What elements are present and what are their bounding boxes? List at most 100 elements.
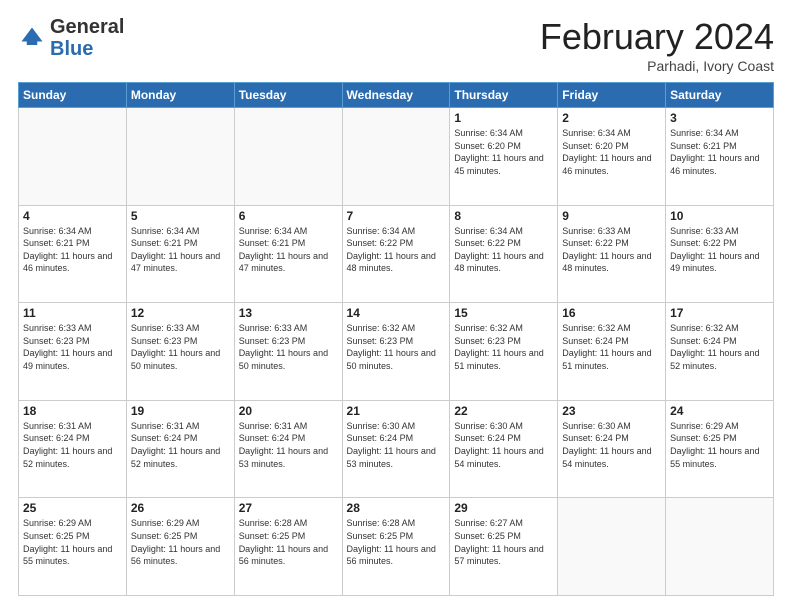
- calendar-cell: 21Sunrise: 6:30 AM Sunset: 6:24 PM Dayli…: [342, 400, 450, 498]
- day-number: 12: [131, 306, 230, 320]
- calendar-cell: 3 Sunrise: 6:34 AM Sunset: 6:21 PM Daylig…: [666, 108, 774, 206]
- calendar-cell: 14 Sunrise: 6:32 AM Sunset: 6:23 PM Dayli…: [342, 303, 450, 401]
- calendar-cell: 7 Sunrise: 6:34 AM Sunset: 6:22 PM Daylig…: [342, 205, 450, 303]
- day-info: Sunrise: 6:33 AM Sunset: 6:23 PM Dayligh…: [239, 322, 338, 372]
- calendar-cell: 25Sunrise: 6:29 AM Sunset: 6:25 PM Dayli…: [19, 498, 127, 596]
- day-number: 21: [347, 404, 446, 418]
- calendar-cell: 22 Sunrise: 6:30 AM Sunset: 6:24 PM Dayli…: [450, 400, 558, 498]
- calendar-cell: 6Sunrise: 6:34 AM Sunset: 6:21 PM Daylig…: [234, 205, 342, 303]
- calendar-cell: [234, 108, 342, 206]
- calendar-cell: [666, 498, 774, 596]
- day-number: 18: [23, 404, 122, 418]
- day-number: 14: [347, 306, 446, 320]
- calendar-cell: 1Sunrise: 6:34 AM Sunset: 6:20 PM Daylig…: [450, 108, 558, 206]
- calendar-header-row: Sunday Monday Tuesday Wednesday Thursday…: [19, 83, 774, 108]
- day-info: Sunrise: 6:31 AM Sunset: 6:24 PM Dayligh…: [23, 420, 122, 470]
- day-number: 15: [454, 306, 553, 320]
- page: General Blue February 2024 Parhadi, Ivor…: [0, 0, 792, 612]
- day-info: Sunrise: 6:34 AM Sunset: 6:22 PM Dayligh…: [454, 225, 553, 275]
- day-number: 2: [562, 111, 661, 125]
- col-saturday: Saturday: [666, 83, 774, 108]
- calendar-cell: 8 Sunrise: 6:34 AM Sunset: 6:22 PM Daylig…: [450, 205, 558, 303]
- calendar-cell: [342, 108, 450, 206]
- day-info: Sunrise: 6:28 AM Sunset: 6:25 PM Dayligh…: [239, 517, 338, 567]
- day-number: 5: [131, 209, 230, 223]
- day-info: Sunrise: 6:31 AM Sunset: 6:24 PM Dayligh…: [131, 420, 230, 470]
- calendar-cell: 5Sunrise: 6:34 AM Sunset: 6:21 PM Daylig…: [126, 205, 234, 303]
- calendar-cell: 20 Sunrise: 6:31 AM Sunset: 6:24 PM Dayli…: [234, 400, 342, 498]
- col-tuesday: Tuesday: [234, 83, 342, 108]
- day-info: Sunrise: 6:33 AM Sunset: 6:22 PM Dayligh…: [562, 225, 661, 275]
- day-number: 4: [23, 209, 122, 223]
- calendar-cell: 24 Sunrise: 6:29 AM Sunset: 6:25 PM Dayli…: [666, 400, 774, 498]
- logo: General Blue: [18, 16, 124, 60]
- day-info: Sunrise: 6:34 AM Sunset: 6:21 PM Dayligh…: [670, 127, 769, 177]
- calendar-cell: 16 Sunrise: 6:32 AM Sunset: 6:24 PM Dayli…: [558, 303, 666, 401]
- day-number: 11: [23, 306, 122, 320]
- day-number: 13: [239, 306, 338, 320]
- calendar-cell: 27 Sunrise: 6:28 AM Sunset: 6:25 PM Dayli…: [234, 498, 342, 596]
- day-number: 6: [239, 209, 338, 223]
- day-info: Sunrise: 6:32 AM Sunset: 6:24 PM Dayligh…: [562, 322, 661, 372]
- col-sunday: Sunday: [19, 83, 127, 108]
- day-number: 7: [347, 209, 446, 223]
- day-info: Sunrise: 6:30 AM Sunset: 6:24 PM Dayligh…: [562, 420, 661, 470]
- day-number: 22: [454, 404, 553, 418]
- week-row-3: 11 Sunrise: 6:33 AM Sunset: 6:23 PM Dayli…: [19, 303, 774, 401]
- day-number: 29: [454, 501, 553, 515]
- day-info: Sunrise: 6:32 AM Sunset: 6:23 PM Dayligh…: [454, 322, 553, 372]
- day-info: Sunrise: 6:31 AM Sunset: 6:24 PM Dayligh…: [239, 420, 338, 470]
- col-wednesday: Wednesday: [342, 83, 450, 108]
- day-info: Sunrise: 6:33 AM Sunset: 6:23 PM Dayligh…: [131, 322, 230, 372]
- calendar-cell: 10Sunrise: 6:33 AM Sunset: 6:22 PM Dayli…: [666, 205, 774, 303]
- calendar-cell: 13 Sunrise: 6:33 AM Sunset: 6:23 PM Dayli…: [234, 303, 342, 401]
- calendar-cell: 11 Sunrise: 6:33 AM Sunset: 6:23 PM Dayli…: [19, 303, 127, 401]
- day-info: Sunrise: 6:34 AM Sunset: 6:22 PM Dayligh…: [347, 225, 446, 275]
- day-info: Sunrise: 6:32 AM Sunset: 6:24 PM Dayligh…: [670, 322, 769, 372]
- day-number: 10: [670, 209, 769, 223]
- day-number: 3: [670, 111, 769, 125]
- calendar-cell: 18 Sunrise: 6:31 AM Sunset: 6:24 PM Dayli…: [19, 400, 127, 498]
- day-number: 19: [131, 404, 230, 418]
- title-block: February 2024 Parhadi, Ivory Coast: [540, 16, 774, 74]
- calendar-cell: 2Sunrise: 6:34 AM Sunset: 6:20 PM Daylig…: [558, 108, 666, 206]
- day-info: Sunrise: 6:29 AM Sunset: 6:25 PM Dayligh…: [131, 517, 230, 567]
- day-info: Sunrise: 6:32 AM Sunset: 6:23 PM Dayligh…: [347, 322, 446, 372]
- calendar-cell: 29 Sunrise: 6:27 AM Sunset: 6:25 PM Dayli…: [450, 498, 558, 596]
- day-info: Sunrise: 6:30 AM Sunset: 6:24 PM Dayligh…: [454, 420, 553, 470]
- calendar-cell: 19 Sunrise: 6:31 AM Sunset: 6:24 PM Dayli…: [126, 400, 234, 498]
- logo-general-text: General: [50, 16, 124, 38]
- day-number: 8: [454, 209, 553, 223]
- day-number: 23: [562, 404, 661, 418]
- day-number: 16: [562, 306, 661, 320]
- day-number: 9: [562, 209, 661, 223]
- location-subtitle: Parhadi, Ivory Coast: [540, 58, 774, 74]
- calendar-cell: 28Sunrise: 6:28 AM Sunset: 6:25 PM Dayli…: [342, 498, 450, 596]
- day-number: 20: [239, 404, 338, 418]
- day-info: Sunrise: 6:33 AM Sunset: 6:23 PM Dayligh…: [23, 322, 122, 372]
- week-row-5: 25Sunrise: 6:29 AM Sunset: 6:25 PM Dayli…: [19, 498, 774, 596]
- calendar-cell: [126, 108, 234, 206]
- calendar-table: Sunday Monday Tuesday Wednesday Thursday…: [18, 82, 774, 596]
- day-number: 28: [347, 501, 446, 515]
- calendar-cell: 17 Sunrise: 6:32 AM Sunset: 6:24 PM Dayli…: [666, 303, 774, 401]
- day-info: Sunrise: 6:27 AM Sunset: 6:25 PM Dayligh…: [454, 517, 553, 567]
- calendar-cell: 4Sunrise: 6:34 AM Sunset: 6:21 PM Daylig…: [19, 205, 127, 303]
- col-monday: Monday: [126, 83, 234, 108]
- calendar-cell: [19, 108, 127, 206]
- calendar-cell: 15 Sunrise: 6:32 AM Sunset: 6:23 PM Dayli…: [450, 303, 558, 401]
- week-row-2: 4Sunrise: 6:34 AM Sunset: 6:21 PM Daylig…: [19, 205, 774, 303]
- calendar-cell: 26Sunrise: 6:29 AM Sunset: 6:25 PM Dayli…: [126, 498, 234, 596]
- day-info: Sunrise: 6:29 AM Sunset: 6:25 PM Dayligh…: [670, 420, 769, 470]
- calendar-cell: 23 Sunrise: 6:30 AM Sunset: 6:24 PM Dayli…: [558, 400, 666, 498]
- col-friday: Friday: [558, 83, 666, 108]
- header: General Blue February 2024 Parhadi, Ivor…: [18, 16, 774, 74]
- month-title: February 2024: [540, 16, 774, 58]
- day-number: 24: [670, 404, 769, 418]
- calendar-cell: 9 Sunrise: 6:33 AM Sunset: 6:22 PM Daylig…: [558, 205, 666, 303]
- day-info: Sunrise: 6:34 AM Sunset: 6:20 PM Dayligh…: [454, 127, 553, 177]
- day-number: 17: [670, 306, 769, 320]
- day-number: 27: [239, 501, 338, 515]
- col-thursday: Thursday: [450, 83, 558, 108]
- logo-blue-text: Blue: [50, 38, 93, 60]
